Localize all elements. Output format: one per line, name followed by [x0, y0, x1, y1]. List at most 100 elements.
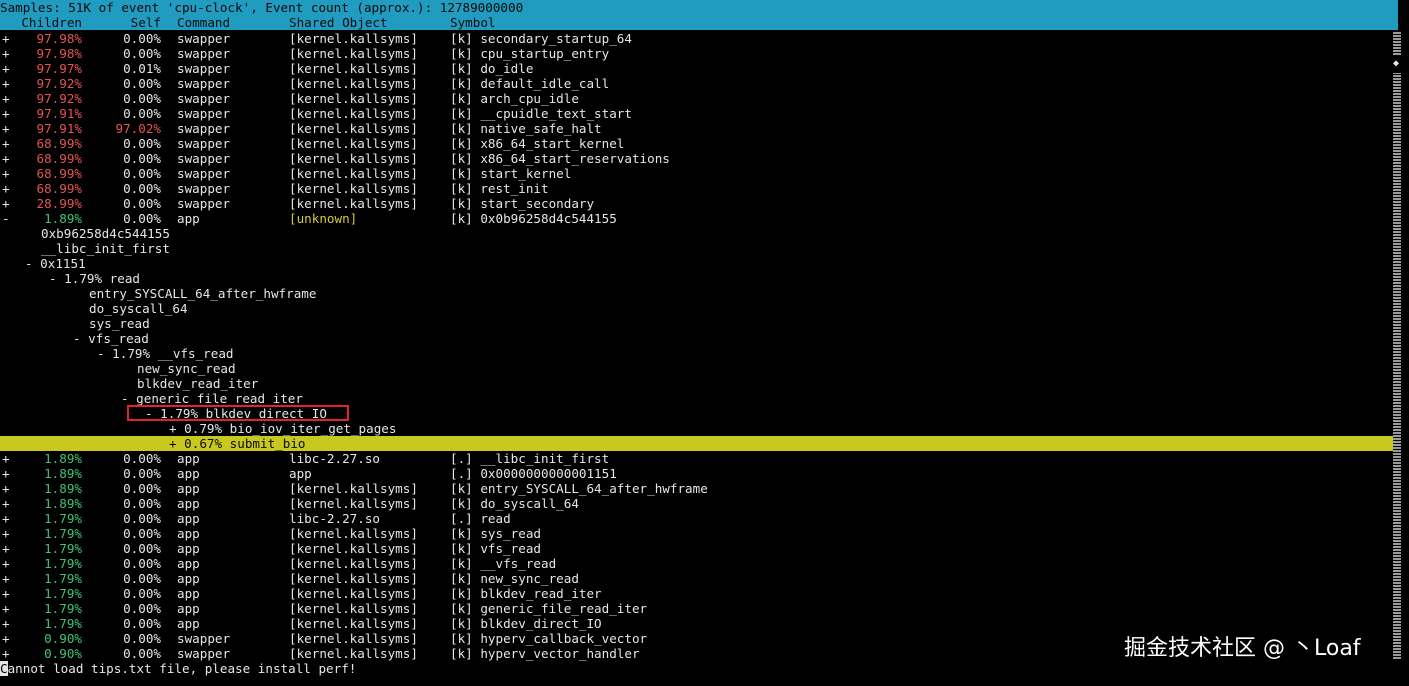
report-row[interactable]: +97.98% 0.00% swapper [kernel.kallsyms] [k] …: [0, 31, 1398, 46]
callchain-row[interactable]: sys_read: [0, 316, 1398, 331]
self-percent: 0.00%: [123, 511, 161, 526]
shared-object: [kernel.kallsyms]: [289, 151, 418, 166]
status-message: annot load tips.txt file, please install…: [7, 661, 357, 676]
symbol-name: [k] arch_cpu_idle: [450, 91, 579, 106]
callchain-entry: sys_read: [89, 316, 150, 331]
shared-object: [kernel.kallsyms]: [289, 121, 418, 136]
shared-object: [kernel.kallsyms]: [289, 496, 418, 511]
report-row[interactable]: +68.99% 0.00% swapper [kernel.kallsyms] [k] …: [0, 181, 1398, 196]
children-percent: 97.92%: [36, 91, 83, 106]
report-row[interactable]: +97.91% 0.00% swapper [kernel.kallsyms] [k] …: [0, 106, 1398, 121]
column-command[interactable]: Command: [177, 15, 230, 30]
children-percent: 0.90%: [44, 646, 82, 661]
scrollbar-track-top[interactable]: [1393, 31, 1401, 55]
report-row[interactable]: +97.92% 0.00% swapper [kernel.kallsyms] [k] …: [0, 91, 1398, 106]
self-percent: 0.00%: [123, 601, 161, 616]
children-percent: 1.89%: [44, 496, 82, 511]
callchain-row[interactable]: blkdev_read_iter: [0, 376, 1398, 391]
shared-object: [kernel.kallsyms]: [289, 616, 418, 631]
shared-object: [kernel.kallsyms]: [289, 646, 418, 661]
self-percent: 0.01%: [123, 61, 161, 76]
column-shared-object[interactable]: Shared Object: [289, 15, 388, 30]
symbol-name: [k] entry_SYSCALL_64_after_hwframe: [450, 481, 708, 496]
report-row[interactable]: +1.79% 0.00% app [kernel.kallsyms] [k] __vfs…: [0, 556, 1398, 571]
report-row[interactable]: +1.79% 0.00% app libc-2.27.so [.] read: [0, 511, 1398, 526]
shared-object: libc-2.27.so: [289, 451, 380, 466]
scrollbar-track[interactable]: [1393, 73, 1401, 659]
symbol-name: [k] cpu_startup_entry: [450, 46, 610, 61]
scrollbar-thumb-icon[interactable]: ◆: [1393, 59, 1401, 69]
report-row[interactable]: +68.99% 0.00% swapper [kernel.kallsyms] [k] …: [0, 166, 1398, 181]
report-row[interactable]: +1.89% 0.00% app [kernel.kallsyms] [k] entry…: [0, 481, 1398, 496]
callchain-row[interactable]: do_syscall_64: [0, 301, 1398, 316]
symbol-name: [k] x86_64_start_kernel: [450, 136, 625, 151]
report-row[interactable]: +97.91% 97.02% swapper [kernel.kallsyms] [k]…: [0, 121, 1398, 136]
callchain-row[interactable]: - 1.79% read: [0, 271, 1398, 286]
report-row[interactable]: +97.92% 0.00% swapper [kernel.kallsyms] [k] …: [0, 76, 1398, 91]
scrollbar[interactable]: ◆: [1393, 15, 1401, 661]
report-row[interactable]: +1.89% 0.00% app libc-2.27.so [.] __libc_ini…: [0, 451, 1398, 466]
report-row[interactable]: +28.99% 0.00% swapper [kernel.kallsyms] [k] …: [0, 196, 1398, 211]
report-row[interactable]: +1.79% 0.00% app [kernel.kallsyms] [k] blkde…: [0, 586, 1398, 601]
report-row[interactable]: +1.89% 0.00% app [kernel.kallsyms] [k] do_sy…: [0, 496, 1398, 511]
callchain-row[interactable]: - generic_file_read_iter: [0, 391, 1398, 406]
command-name: app: [177, 616, 200, 631]
report-row[interactable]: +68.99% 0.00% swapper [kernel.kallsyms] [k] …: [0, 136, 1398, 151]
command-name: app: [177, 451, 200, 466]
children-percent: 1.79%: [44, 541, 82, 556]
callchain-row[interactable]: + 0.79% bio_iov_iter_get_pages: [0, 421, 1398, 436]
report-row[interactable]: +68.99% 0.00% swapper [kernel.kallsyms] [k] …: [0, 151, 1398, 166]
symbol-name: [k] __cpuidle_text_start: [450, 106, 632, 121]
shared-object: [kernel.kallsyms]: [289, 61, 418, 76]
report-row[interactable]: +1.79% 0.00% app [kernel.kallsyms] [k] new_s…: [0, 571, 1398, 586]
callchain-row[interactable]: entry_SYSCALL_64_after_hwframe: [0, 286, 1398, 301]
column-children[interactable]: Children: [8, 15, 82, 30]
children-percent: 1.79%: [44, 601, 82, 616]
self-percent: 0.00%: [123, 586, 161, 601]
callchain-row[interactable]: 0xb96258d4c544155: [0, 226, 1398, 241]
shared-object: [kernel.kallsyms]: [289, 31, 418, 46]
symbol-name: [k] secondary_startup_64: [450, 31, 632, 46]
self-percent: 0.00%: [123, 91, 161, 106]
symbol-name: [k] rest_init: [450, 181, 549, 196]
children-percent: 1.79%: [44, 616, 82, 631]
callchain-entry: + 0.67% submit_bio: [169, 436, 306, 451]
column-self[interactable]: Self: [90, 15, 161, 30]
command-name: swapper: [177, 181, 231, 196]
command-name: swapper: [177, 61, 231, 76]
children-percent: 1.89%: [44, 211, 82, 226]
report-row[interactable]: +1.79% 0.00% app [kernel.kallsyms] [k] sys_r…: [0, 526, 1398, 541]
shared-object: [kernel.kallsyms]: [289, 181, 418, 196]
command-name: swapper: [177, 151, 231, 166]
self-percent: 0.00%: [123, 31, 161, 46]
self-percent: 0.00%: [123, 181, 161, 196]
callchain-row[interactable]: - 0x1151: [0, 256, 1398, 271]
self-percent: 0.00%: [123, 571, 161, 586]
callchain-row[interactable]: - 1.79% __vfs_read: [0, 346, 1398, 361]
self-percent: 0.00%: [123, 541, 161, 556]
report-row[interactable]: +1.79% 0.00% app [kernel.kallsyms] [k] gener…: [0, 601, 1398, 616]
command-name: swapper: [177, 166, 231, 181]
symbol-name: [k] __vfs_read: [450, 556, 557, 571]
command-name: swapper: [177, 196, 231, 211]
callchain-row[interactable]: new_sync_read: [0, 361, 1398, 376]
column-symbol[interactable]: Symbol: [450, 15, 496, 30]
report-row[interactable]: +1.89% 0.00% app app [.] 0x0000000000001151: [0, 466, 1398, 481]
report-row[interactable]: -1.89% 0.00% app [unknown] [k] 0x0b96258d4c5…: [0, 211, 1398, 226]
report-row[interactable]: +1.79% 0.00% app [kernel.kallsyms] [k] vfs_r…: [0, 541, 1398, 556]
command-name: swapper: [177, 91, 231, 106]
callchain-row[interactable]: - vfs_read: [0, 331, 1398, 346]
symbol-name: [k] generic_file_read_iter: [450, 601, 648, 616]
symbol-name: [k] do_idle: [450, 61, 534, 76]
shared-object: [kernel.kallsyms]: [289, 91, 418, 106]
children-percent: 68.99%: [36, 151, 83, 166]
report-row[interactable]: +97.98% 0.00% swapper [kernel.kallsyms] [k] …: [0, 46, 1398, 61]
children-percent: 97.98%: [36, 46, 83, 61]
callchain-row[interactable]: __libc_init_first: [0, 241, 1398, 256]
callchain-row-selected[interactable]: + 0.67% submit_bio: [0, 436, 1398, 451]
report-row[interactable]: +1.79% 0.00% app [kernel.kallsyms] [k] blkde…: [0, 616, 1398, 631]
report-row[interactable]: +97.97% 0.01% swapper [kernel.kallsyms] [k] …: [0, 61, 1398, 76]
children-percent: 1.79%: [44, 556, 82, 571]
symbol-name: [k] default_idle_call: [450, 76, 610, 91]
command-name: app: [177, 526, 200, 541]
